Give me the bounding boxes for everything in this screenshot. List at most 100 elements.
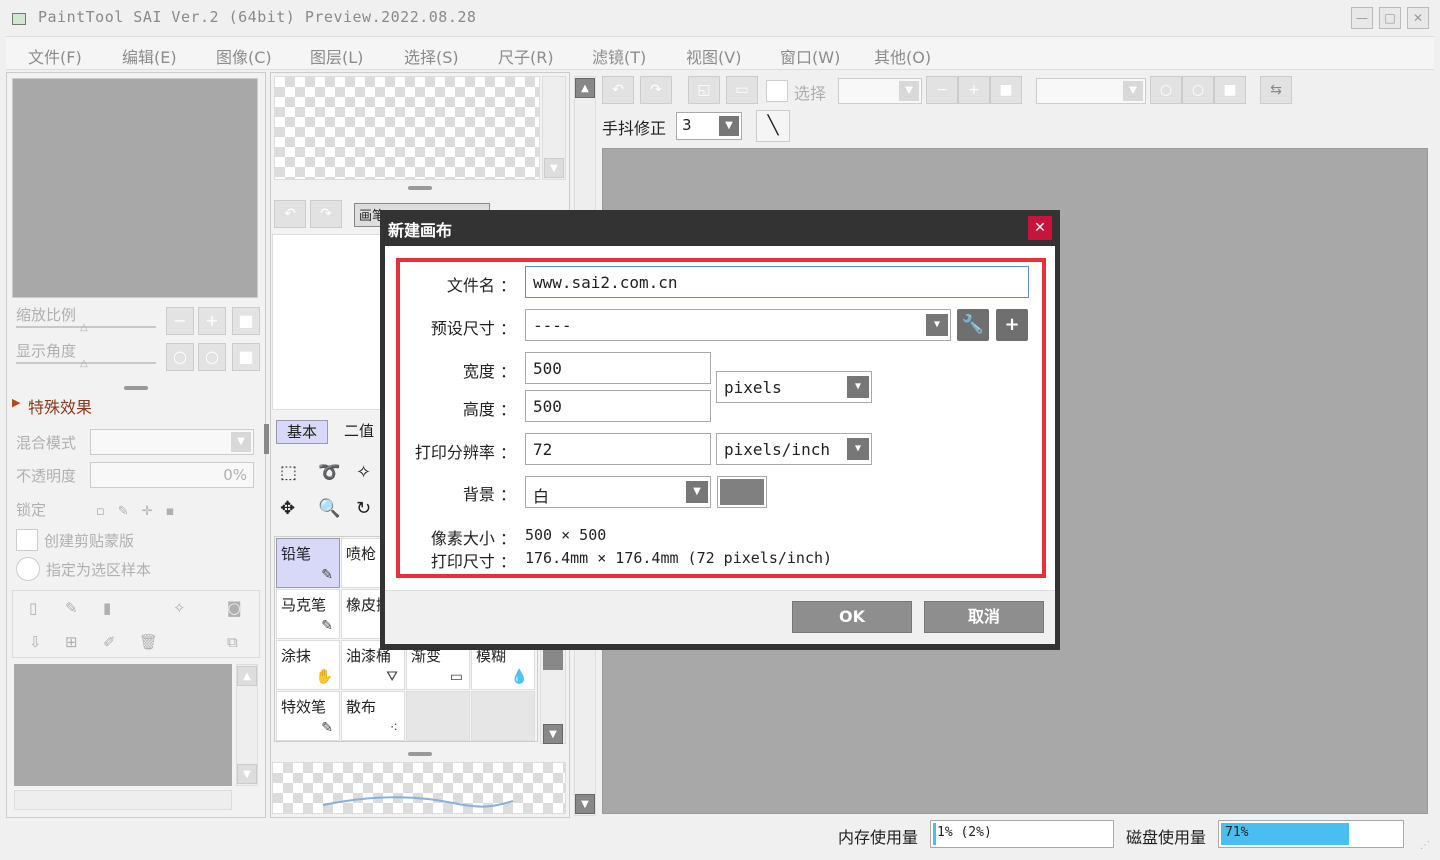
mask-icon[interactable]: ✧ — [173, 599, 186, 617]
new-vector-layer-icon[interactable]: ✎ — [65, 599, 78, 617]
wrench-icon[interactable]: 🔧 — [957, 309, 989, 341]
menu-filter[interactable]: 滤镜(T) — [592, 44, 646, 68]
trash-icon[interactable]: 🗑 — [139, 633, 158, 651]
undo-button[interactable]: ↶ — [274, 200, 306, 228]
height-input[interactable]: 500 — [525, 390, 711, 422]
tool-scatter[interactable]: 散布 ⁖ — [341, 691, 405, 741]
zoom-in-button[interactable]: + — [198, 307, 226, 335]
zoom-slider-handle[interactable]: △ — [80, 322, 88, 333]
rotate-cw-button[interactable]: ○ — [1182, 76, 1214, 104]
menu-ruler[interactable]: 尺子(R) — [498, 44, 554, 68]
menu-layer[interactable]: 图层(L) — [310, 44, 363, 68]
rotate-reset-button[interactable]: ■ — [232, 343, 260, 371]
tab-binary[interactable]: 二值 — [336, 420, 382, 444]
layer-scroll-up[interactable]: ▲ — [237, 666, 257, 686]
rotate-icon[interactable]: ↻ — [356, 498, 371, 519]
select-checkbox[interactable] — [766, 80, 788, 102]
selection-sample-radio[interactable] — [16, 557, 40, 581]
flip-button[interactable]: ⇆ — [1260, 76, 1292, 104]
invert-select-button[interactable]: ▭ — [726, 76, 758, 104]
dialog-close-button[interactable]: ✕ — [1028, 216, 1052, 240]
zoom-plus-button[interactable]: + — [958, 76, 990, 104]
width-input[interactable]: 500 — [525, 352, 711, 384]
canvas-undo-button[interactable]: ↶ — [602, 76, 634, 104]
resolution-unit-select[interactable]: pixels/inch ▼ — [716, 433, 872, 465]
navigator-preview — [12, 78, 258, 298]
middle-splitter-1[interactable] — [408, 186, 432, 190]
menu-image[interactable]: 图像(C) — [216, 44, 272, 68]
close-window-button[interactable]: ✕ — [1407, 7, 1429, 29]
background-select[interactable]: 白 ▼ — [525, 476, 711, 508]
tool-scroll-down[interactable]: ▼ — [543, 724, 563, 744]
minimize-button[interactable]: — — [1351, 7, 1373, 29]
stabilizer-label: 手抖修正 — [602, 119, 667, 138]
effects-label[interactable]: 特殊效果 — [28, 394, 92, 418]
color-scroll-down[interactable]: ▼ — [544, 158, 564, 178]
background-swatch[interactable] — [717, 476, 767, 508]
main-scroll-down[interactable]: ▼ — [575, 794, 595, 814]
preset-select[interactable]: ---- ▼ — [525, 309, 951, 341]
clip-checkbox[interactable] — [16, 529, 38, 551]
new-layer-icon[interactable]: ▯ — [29, 599, 37, 617]
clip-label: 创建剪贴蒙版 — [44, 532, 135, 550]
zoom-combo[interactable]: ▼ — [838, 78, 922, 104]
clear-layer-icon[interactable]: ✐ — [103, 633, 116, 651]
tool-marker[interactable]: 马克笔 ✎ — [276, 589, 340, 639]
rotate-slider-handle[interactable]: △ — [80, 358, 88, 369]
lock-icons[interactable]: ▫ ✎ ✛ ▪ — [96, 500, 174, 519]
deselect-button[interactable]: ◱ — [688, 76, 720, 104]
add-preset-button[interactable]: + — [996, 309, 1028, 341]
zoom-out-button[interactable]: − — [166, 307, 194, 335]
merge-down-icon[interactable]: ⇩ — [29, 633, 42, 651]
opacity-input[interactable]: 0% — [90, 462, 254, 488]
copy-layer-icon[interactable]: ⧉ — [227, 633, 238, 651]
panel-splitter[interactable] — [124, 386, 148, 390]
disk-meter: 71% — [1218, 820, 1404, 848]
panel-edge-handle[interactable] — [264, 424, 269, 454]
middle-splitter-2[interactable] — [408, 752, 432, 756]
ok-button[interactable]: OK — [792, 601, 912, 633]
rotate-ccw-button[interactable]: ○ — [1150, 76, 1182, 104]
tool-fx-pen[interactable]: 特效笔 ✎ — [276, 691, 340, 741]
menu-edit[interactable]: 编辑(E) — [122, 44, 177, 68]
tab-basic[interactable]: 基本 — [276, 420, 328, 444]
redo-button[interactable]: ↷ — [310, 200, 342, 228]
zoom-fit-button[interactable]: ■ — [990, 76, 1022, 104]
zoom-icon[interactable]: 🔍 — [318, 498, 340, 519]
resize-grip-icon[interactable]: ⋰ — [1420, 840, 1430, 851]
layer-h-scrollbar[interactable] — [14, 790, 232, 810]
line-tool-button[interactable]: ╲ — [756, 110, 790, 142]
rotate-reset-toolbar-button[interactable]: ■ — [1214, 76, 1246, 104]
cancel-button[interactable]: 取消 — [924, 601, 1044, 633]
canvas-redo-button[interactable]: ↷ — [640, 76, 672, 104]
rotate-right-button[interactable]: ○ — [198, 343, 226, 371]
tool-smudge[interactable]: 涂抹 ✋ — [276, 640, 340, 690]
blend-mode-select[interactable]: ▼ — [90, 429, 254, 455]
stabilizer-select[interactable]: 3 ▼ — [676, 112, 742, 140]
menu-window[interactable]: 窗口(W) — [780, 44, 840, 68]
filename-input[interactable]: www.sai2.com.cn — [525, 266, 1029, 298]
maximize-button[interactable]: □ — [1379, 7, 1401, 29]
tool-scroll-thumb[interactable] — [543, 650, 563, 670]
tool-pencil[interactable]: 铅笔 ✎ — [276, 538, 340, 588]
menu-view[interactable]: 视图(V) — [686, 44, 741, 68]
resolution-input[interactable]: 72 — [525, 433, 711, 465]
size-unit-select[interactable]: pixels ▼ — [716, 371, 872, 403]
zoom-reset-button[interactable]: ■ — [232, 307, 260, 335]
new-folder-icon[interactable]: ▮ — [103, 599, 111, 617]
menu-other[interactable]: 其他(O) — [874, 44, 931, 68]
angle-combo[interactable]: ▼ — [1036, 78, 1146, 104]
layer-scroll-down[interactable]: ▼ — [237, 764, 257, 784]
main-scroll-up[interactable]: ▲ — [575, 78, 595, 98]
menu-file[interactable]: 文件(F) — [28, 44, 82, 68]
add-layer-icon[interactable]: ⊞ — [65, 633, 78, 651]
menu-select[interactable]: 选择(S) — [404, 44, 459, 68]
expand-arrow-icon[interactable]: ▶ — [12, 396, 20, 409]
zoom-minus-button[interactable]: − — [926, 76, 958, 104]
lasso-icon[interactable]: ➰ — [318, 462, 340, 483]
rotate-left-button[interactable]: ○ — [166, 343, 194, 371]
move-icon[interactable]: ✥ — [280, 498, 295, 519]
layer-settings-icon[interactable]: ◙ — [227, 599, 242, 617]
magic-wand-icon[interactable]: ✧ — [356, 462, 371, 483]
rect-select-icon[interactable]: ⬚ — [280, 462, 297, 483]
